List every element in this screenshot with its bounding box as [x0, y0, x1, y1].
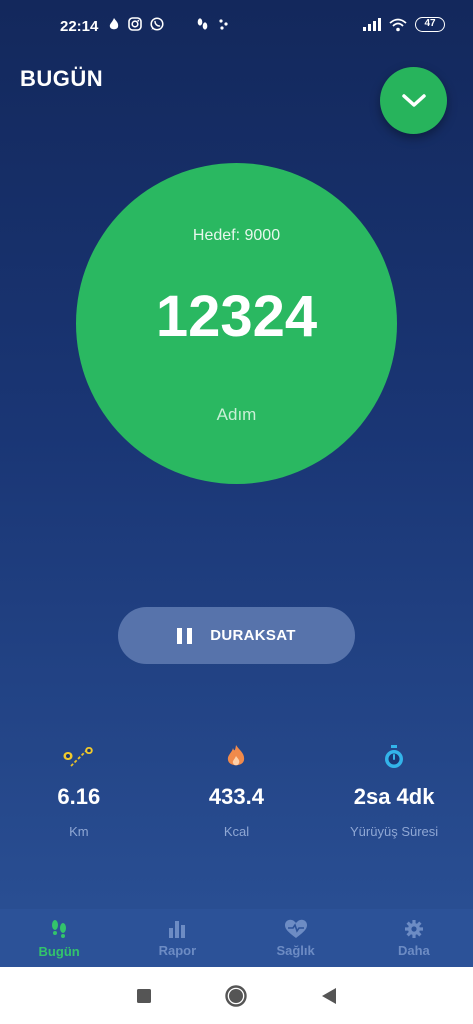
- whatsapp-icon: [150, 17, 164, 31]
- flame-icon: [228, 745, 245, 766]
- bottom-tab-bar: Bugün Rapor Sağlık Daha: [0, 909, 473, 967]
- goal-label: Hedef: 9000: [192, 227, 281, 244]
- pause-button-label: DURAKSAT: [210, 627, 296, 644]
- distance-value: 6.16: [57, 784, 101, 809]
- pause-icon: [177, 627, 193, 644]
- duration-label: Yürüyüş Süresi: [350, 824, 439, 839]
- expand-button[interactable]: [380, 67, 447, 134]
- tab-today[interactable]: Bugün: [0, 909, 118, 967]
- page-title: BUGÜN: [20, 66, 104, 91]
- tab-more-label: Daha: [397, 942, 430, 958]
- bar-chart-icon: [169, 920, 186, 938]
- gear-icon: [404, 919, 423, 938]
- distance-label: Km: [69, 824, 89, 839]
- step-unit-label: Adım: [216, 405, 257, 424]
- calories-label: Kcal: [223, 824, 250, 839]
- system-navigation-bar: [0, 967, 473, 1024]
- stat-calories: 433.4 Kcal: [158, 742, 316, 839]
- duration-value: 2sa 4dk: [353, 784, 435, 809]
- signal-icon: [363, 18, 381, 31]
- tab-more[interactable]: Daha: [355, 909, 473, 967]
- status-right: 47: [363, 17, 445, 32]
- status-time: 22:14: [60, 18, 99, 35]
- recents-square-icon[interactable]: [136, 988, 152, 1004]
- status-extra-icons: [196, 17, 232, 34]
- wifi-icon: [389, 18, 407, 31]
- tab-health[interactable]: Sağlık: [237, 909, 355, 967]
- instagram-icon: [128, 17, 142, 31]
- calories-value: 433.4: [208, 784, 264, 809]
- heart-pulse-icon: [284, 919, 307, 938]
- back-triangle-icon[interactable]: [321, 987, 337, 1005]
- pause-button[interactable]: DURAKSAT: [118, 607, 355, 664]
- chevron-down-icon: [401, 93, 426, 107]
- home-circle-icon[interactable]: [224, 984, 248, 1008]
- footsteps-notification-icon: [197, 18, 228, 30]
- battery-indicator: 47: [415, 17, 445, 32]
- step-count: 12324: [155, 284, 318, 349]
- status-bar: 22:14 47: [0, 0, 473, 52]
- notification-icons: [108, 17, 164, 32]
- app-screen: 22:14 47 BUGÜN Hedef: 9000 12324 Adım DU…: [0, 0, 473, 967]
- stopwatch-icon: [385, 745, 404, 768]
- tab-today-label: Bugün: [38, 943, 80, 959]
- footsteps-icon: [52, 919, 67, 938]
- tab-report-label: Rapor: [158, 942, 197, 958]
- step-counter-circle: Hedef: 9000 12324 Adım: [76, 163, 397, 484]
- route-pin-icon: [63, 747, 93, 769]
- tab-health-label: Sağlık: [276, 942, 315, 958]
- stats-row: 6.16 Km 433.4 Kcal 2sa 4dk Yürüyüş Süres…: [0, 742, 473, 839]
- tab-report[interactable]: Rapor: [118, 909, 236, 967]
- stat-duration: 2sa 4dk Yürüyüş Süresi: [315, 742, 473, 839]
- stat-distance: 6.16 Km: [0, 742, 158, 839]
- fire-notification-icon: [109, 18, 119, 30]
